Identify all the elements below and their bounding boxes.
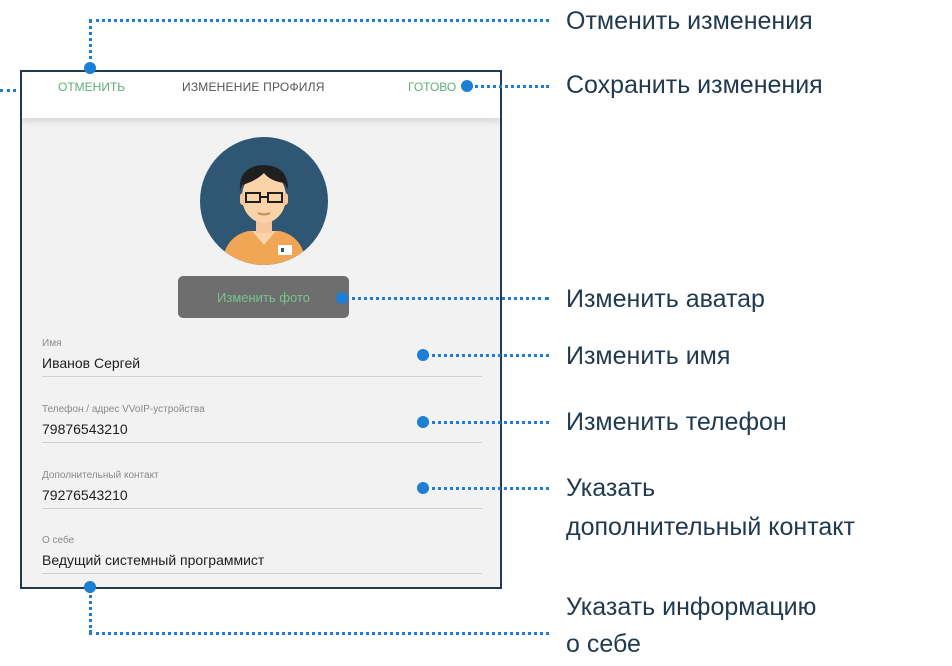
callout-line [89,590,92,633]
callout-line [426,421,549,424]
about-field[interactable]: О себе Ведущий системный программист [42,535,482,574]
field-label: Дополнительный контакт [42,470,159,481]
annotation-name: Изменить имя [566,342,731,370]
callout-line [89,19,92,67]
change-photo-button[interactable]: Изменить фото [178,276,349,318]
callout-line [0,89,16,92]
field-label: Телефон / адрес VVoIP-устройства [42,404,205,415]
annotation-contact-line2: дополнительный контакт [566,513,855,541]
annotation-phone: Изменить телефон [566,408,787,436]
top-bar: ОТМЕНИТЬ ИЗМЕНЕНИЕ ПРОФИЛЯ ГОТОВО [22,72,500,118]
phone-input[interactable]: 79876543210 [42,421,482,442]
callout-line [426,354,549,357]
profile-edit-screen: ОТМЕНИТЬ ИЗМЕНЕНИЕ ПРОФИЛЯ ГОТОВО Измени… [20,70,502,589]
user-avatar-icon[interactable] [200,137,328,265]
phone-field[interactable]: Телефон / адрес VVoIP-устройства 7987654… [42,404,482,443]
annotation-cancel: Отменить изменения [566,7,813,35]
callout-line [470,85,549,88]
name-field[interactable]: Имя Иванов Сергей [42,338,482,377]
field-label: О себе [42,535,75,546]
field-label: Имя [42,338,62,349]
annotation-about-line1: Указать информацию [566,593,817,621]
callout-line [426,487,549,490]
annotation-save: Сохранить изменения [566,71,823,99]
callout-dot [84,62,96,74]
callout-line [345,297,549,300]
extra-contact-input[interactable]: 79276543210 [42,487,482,508]
cancel-button[interactable]: ОТМЕНИТЬ [58,80,125,94]
callout-line [89,19,549,22]
annotation-contact-line1: Указать [566,474,656,502]
page-title: ИЗМЕНЕНИЕ ПРОФИЛЯ [182,80,325,94]
annotation-avatar: Изменить аватар [566,285,765,313]
annotation-about-line2: о себе [566,630,641,658]
name-input[interactable]: Иванов Сергей [42,355,482,376]
done-button[interactable]: ГОТОВО [408,80,456,94]
extra-contact-field[interactable]: Дополнительный контакт 79276543210 [42,470,482,509]
about-input[interactable]: Ведущий системный программист [42,552,482,573]
callout-line [89,632,549,635]
